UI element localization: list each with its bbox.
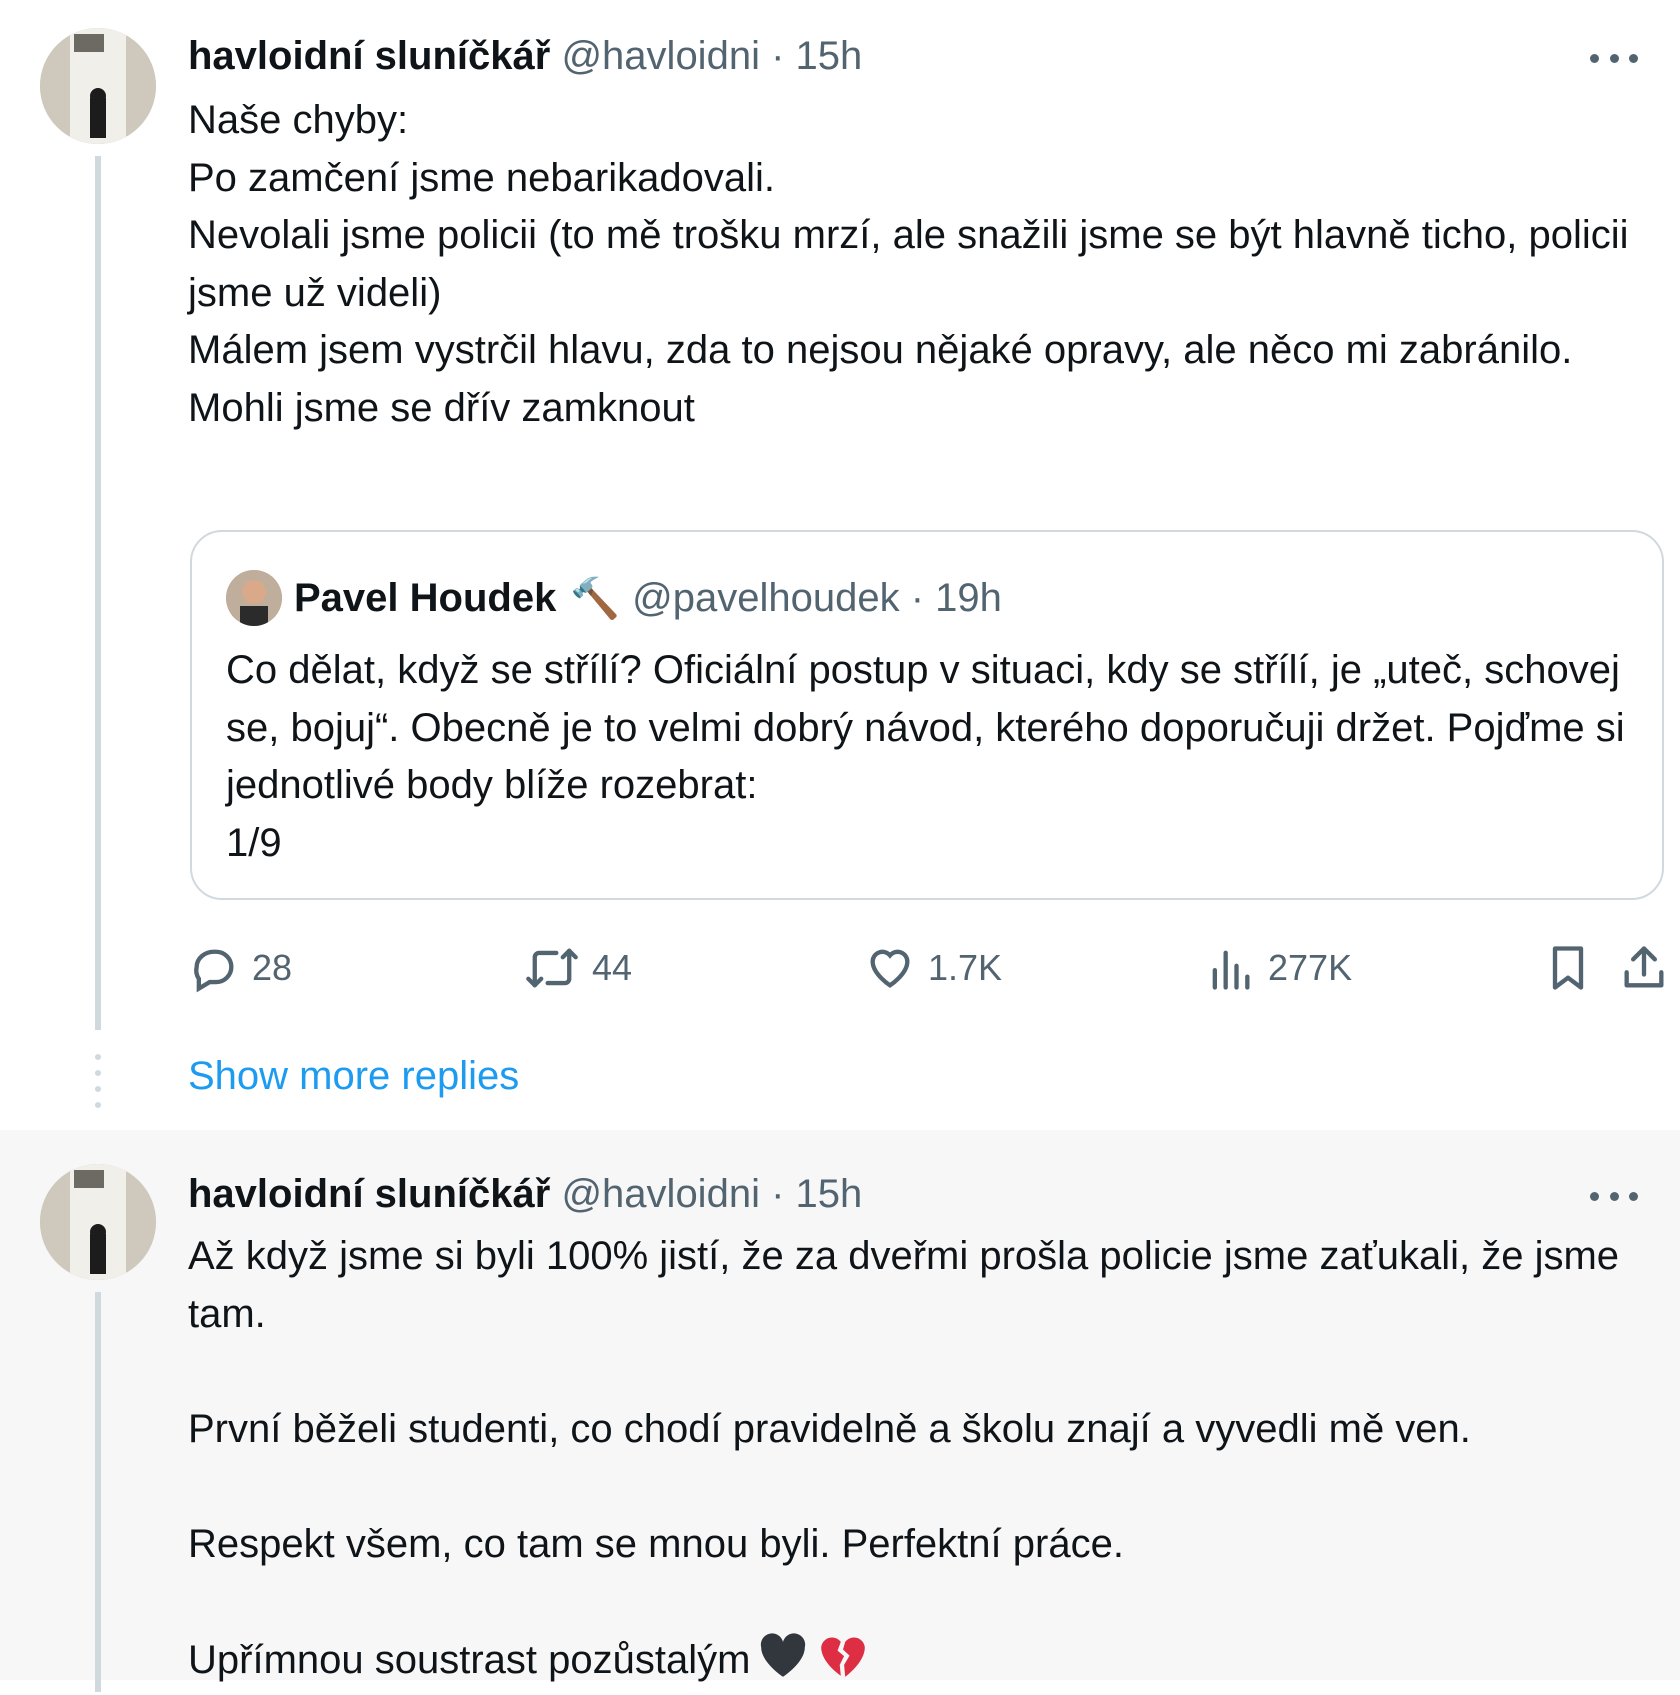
- thread-gap-dots: [95, 1054, 101, 1114]
- tweet-header: havloidní sluníčkář @havloidni · 15h: [188, 1170, 862, 1218]
- bookmark-icon: [1542, 942, 1594, 994]
- broken-heart-emoji: [816, 1631, 870, 1695]
- tweet-actions: 28 44 1.7K 277K: [188, 940, 1668, 996]
- more-dots-icon: [1610, 54, 1619, 63]
- tweet-text-content: Až když jsme si byli 100% jistí, že za d…: [188, 1234, 1619, 1682]
- quoted-tweet[interactable]: Pavel Houdek 🔨 @pavelhoudek · 19h Co děl…: [190, 530, 1664, 900]
- author-name[interactable]: havloidní sluníčkář: [188, 34, 550, 78]
- tweet-text: Až když jsme si byli 100% jistí, že za d…: [188, 1228, 1658, 1695]
- thread-line: [95, 1292, 101, 1692]
- more-dots-icon: [1590, 54, 1599, 63]
- quoted-tweet-text: Co dělat, když se střílí? Oficiální post…: [226, 642, 1636, 872]
- author-name[interactable]: havloidní sluníčkář: [188, 1172, 550, 1216]
- reply-button[interactable]: 28: [188, 940, 292, 996]
- views-count: 277K: [1268, 947, 1352, 989]
- tweet-1[interactable]: havloidní sluníčkář @havloidni · 15h Naš…: [0, 0, 1680, 1130]
- reply-bubble-icon: [188, 942, 240, 994]
- retweet-count: 44: [592, 947, 632, 989]
- more-options-button[interactable]: [1590, 1186, 1638, 1206]
- bookmark-button[interactable]: [1542, 940, 1594, 996]
- views-button[interactable]: 277K: [1204, 940, 1352, 996]
- more-options-button[interactable]: [1590, 48, 1638, 68]
- tweet-header: havloidní sluníčkář @havloidni · 15h: [188, 32, 862, 80]
- tweet-2[interactable]: havloidní sluníčkář @havloidni · 15h Až …: [0, 1130, 1680, 1680]
- more-dots-icon: [1610, 1192, 1619, 1201]
- hammer-emoji: 🔨: [570, 575, 620, 622]
- more-dots-icon: [1590, 1192, 1599, 1201]
- author-handle-time[interactable]: @havloidni · 15h: [561, 34, 862, 78]
- author-avatar[interactable]: [40, 28, 156, 144]
- reply-count: 28: [252, 947, 292, 989]
- author-avatar[interactable]: [40, 1164, 156, 1280]
- tweet-text: Naše chyby: Po zamčení jsme nebarikadova…: [188, 92, 1658, 437]
- quoted-author-handle-time: @pavelhoudek · 19h: [632, 576, 1002, 621]
- thread-line: [95, 156, 101, 1030]
- share-icon: [1618, 942, 1670, 994]
- quoted-author-avatar: [226, 570, 282, 626]
- retweet-icon: [524, 942, 580, 994]
- show-more-replies-link[interactable]: Show more replies: [188, 1052, 519, 1100]
- like-count: 1.7K: [928, 947, 1002, 989]
- more-dots-icon: [1629, 1192, 1638, 1201]
- black-heart-emoji: [756, 1631, 810, 1695]
- views-chart-icon: [1204, 942, 1256, 994]
- more-dots-icon: [1629, 54, 1638, 63]
- quoted-tweet-header: Pavel Houdek 🔨 @pavelhoudek · 19h: [226, 570, 1002, 626]
- heart-icon: [864, 942, 916, 994]
- retweet-button[interactable]: 44: [524, 940, 632, 996]
- author-handle-time[interactable]: @havloidni · 15h: [561, 1172, 862, 1216]
- like-button[interactable]: 1.7K: [864, 940, 1002, 996]
- quoted-author-name: Pavel Houdek: [294, 576, 556, 621]
- share-button[interactable]: [1618, 940, 1670, 996]
